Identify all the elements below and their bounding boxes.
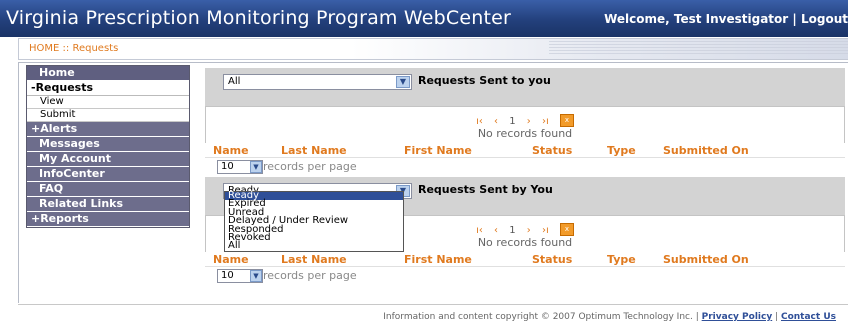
breadcrumb-bar: HOME :: Requests <box>18 38 848 60</box>
dropdown-option-revoked[interactable]: Revoked <box>225 232 403 242</box>
breadcrumb: HOME :: Requests <box>29 43 118 54</box>
last-page-icon[interactable]: ›ı <box>542 116 549 127</box>
sidebar-item-alerts[interactable]: +Alerts <box>27 122 189 137</box>
sent-rpp-row: 10 ▼ records per page <box>205 266 845 283</box>
breadcrumb-separator: :: <box>62 43 70 54</box>
sidebar-nav: Home -Requests View Submit +Alerts Messa… <box>26 65 190 228</box>
col-status[interactable]: Status <box>532 144 572 157</box>
chevron-down-icon[interactable]: ▼ <box>250 270 262 282</box>
col-submitted-on[interactable]: Submitted On <box>663 253 749 266</box>
rpp-value: 10 <box>221 270 234 281</box>
breadcrumb-decoration <box>549 41 848 56</box>
received-panel-title: Requests Sent to you <box>418 74 551 87</box>
sidebar-item-home[interactable]: Home <box>27 66 189 81</box>
next-page-icon[interactable]: › <box>527 116 531 127</box>
received-column-headers: Name Last Name First Name Status Type Su… <box>205 143 845 157</box>
received-rpp-row: 10 ▼ records per page <box>205 157 845 174</box>
requests-received-panel: All ▼ Requests Sent to you ı‹ ‹ 1 › ›ı x… <box>205 68 845 144</box>
welcome-separator: | <box>792 12 797 26</box>
rpp-value: 10 <box>221 161 234 172</box>
chevron-down-icon[interactable]: ▼ <box>250 161 262 173</box>
rpp-label: records per page <box>263 269 357 282</box>
received-filter-select[interactable]: All ▼ <box>223 74 412 90</box>
panel-header: All ▼ Requests Sent to you <box>205 68 845 106</box>
sidebar-item-reports[interactable]: +Reports <box>27 212 189 227</box>
contact-us-link[interactable]: Contact Us <box>781 312 836 322</box>
rpp-label: records per page <box>263 160 357 173</box>
received-pager: ı‹ ‹ 1 › ›ı x <box>206 114 844 127</box>
dropdown-option-all[interactable]: All <box>225 241 403 251</box>
received-rpp-select[interactable]: 10 ▼ <box>217 160 263 174</box>
app-header: Virginia Prescription Monitoring Program… <box>0 0 848 37</box>
copyright-text: Information and content copyright © 2007… <box>383 312 693 322</box>
col-submitted-on[interactable]: Submitted On <box>663 144 749 157</box>
col-type[interactable]: Type <box>607 253 636 266</box>
footer-divider <box>18 304 848 305</box>
col-last-name[interactable]: Last Name <box>281 253 347 266</box>
sidebar-item-submit[interactable]: Submit <box>27 109 189 122</box>
sent-rpp-select[interactable]: 10 ▼ <box>217 269 263 283</box>
sent-column-headers: Name Last Name First Name Status Type Su… <box>205 252 845 266</box>
page-number: 1 <box>509 115 516 127</box>
sent-panel-title: Requests Sent by You <box>418 183 553 196</box>
page-number: 1 <box>509 224 516 236</box>
sidebar-item-messages[interactable]: Messages <box>27 137 189 152</box>
col-status[interactable]: Status <box>532 253 572 266</box>
col-name[interactable]: Name <box>213 144 249 157</box>
sidebar-item-related-links[interactable]: Related Links <box>27 197 189 212</box>
footer-separator: | <box>775 312 779 322</box>
first-page-icon[interactable]: ı‹ <box>476 225 483 236</box>
chevron-down-icon[interactable]: ▼ <box>396 76 410 88</box>
col-name[interactable]: Name <box>213 253 249 266</box>
sidebar-item-requests[interactable]: -Requests <box>27 81 189 96</box>
welcome-area: Welcome, Test Investigator | Logout <box>604 12 848 26</box>
sidebar-item-view[interactable]: View <box>27 96 189 109</box>
excel-export-icon[interactable]: x <box>559 223 574 236</box>
col-last-name[interactable]: Last Name <box>281 144 347 157</box>
first-page-icon[interactable]: ı‹ <box>476 116 483 127</box>
privacy-policy-link[interactable]: Privacy Policy <box>702 312 773 322</box>
received-results: ı‹ ‹ 1 › ›ı x No records found <box>205 106 845 144</box>
no-records-message: No records found <box>477 127 573 140</box>
excel-export-icon[interactable]: x <box>559 114 574 127</box>
welcome-text: Welcome, Test Investigator <box>604 12 789 26</box>
sent-filter-dropdown[interactable]: Ready Expired Unread Delayed / Under Rev… <box>224 190 404 252</box>
received-filter-value: All <box>228 76 241 87</box>
breadcrumb-home[interactable]: HOME <box>29 43 59 54</box>
sidebar-item-my-account[interactable]: My Account <box>27 152 189 167</box>
logout-link[interactable]: Logout <box>801 12 848 26</box>
col-first-name[interactable]: First Name <box>404 253 472 266</box>
breadcrumb-current[interactable]: Requests <box>72 43 118 54</box>
col-type[interactable]: Type <box>607 144 636 157</box>
prev-page-icon[interactable]: ‹ <box>494 116 498 127</box>
next-page-icon[interactable]: › <box>527 225 531 236</box>
footer-separator: | <box>695 312 699 322</box>
sidebar-item-infocenter[interactable]: InfoCenter <box>27 167 189 182</box>
app-title: Virginia Prescription Monitoring Program… <box>6 7 512 29</box>
col-first-name[interactable]: First Name <box>404 144 472 157</box>
last-page-icon[interactable]: ›ı <box>542 225 549 236</box>
sidebar-item-faq[interactable]: FAQ <box>27 182 189 197</box>
prev-page-icon[interactable]: ‹ <box>494 225 498 236</box>
